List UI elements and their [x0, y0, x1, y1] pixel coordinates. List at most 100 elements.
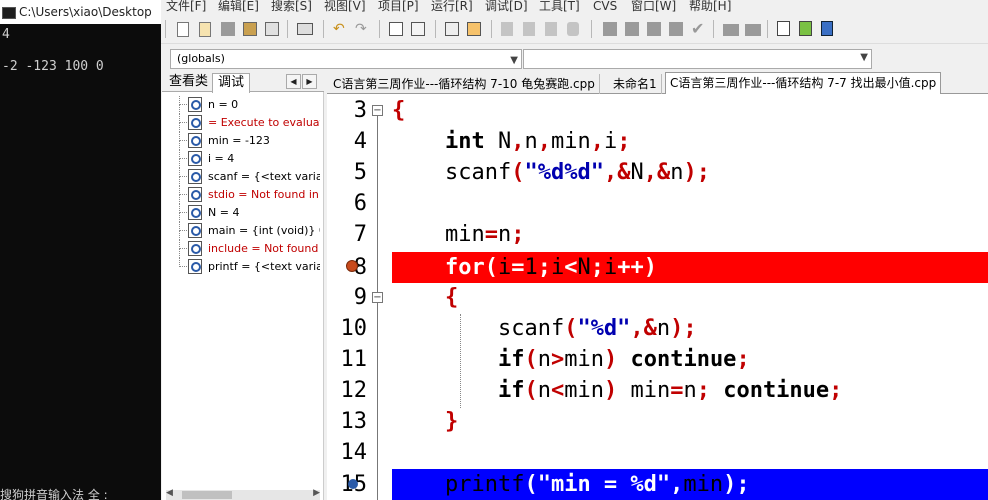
toggle-comment-icon[interactable]	[545, 22, 557, 36]
code-line[interactable]: 14	[327, 437, 988, 468]
line-number: 6	[353, 191, 367, 216]
menu-debug[interactable]: 调试[D]	[485, 0, 528, 13]
scroll-right-icon[interactable]: ▶	[313, 488, 320, 498]
member-select[interactable]: ▼	[523, 49, 872, 69]
compile-icon[interactable]	[603, 22, 617, 36]
undo-icon[interactable]: ↶	[333, 20, 351, 38]
unindent-icon[interactable]	[501, 22, 513, 36]
debug-icon[interactable]	[723, 24, 739, 36]
tab-file-turtle-rabbit[interactable]: C语言第三周作业---循环结构 7-10 龟兔赛跑.cpp	[329, 74, 600, 94]
line-number: 5	[353, 160, 367, 185]
fold-toggle-icon[interactable]: −	[372, 292, 383, 303]
replace-icon[interactable]	[411, 22, 425, 36]
breakpoint-line[interactable]: 8 for(i=1;i<N;i++)	[327, 252, 988, 283]
remove-file-icon[interactable]	[821, 21, 833, 36]
line-number: 3	[353, 98, 367, 123]
tab-file-untitled[interactable]: 未命名1	[609, 74, 662, 94]
check-icon[interactable]: ✔	[691, 20, 709, 38]
save-all-icon[interactable]	[243, 22, 257, 36]
toolbar-separator	[435, 20, 436, 38]
code-line[interactable]: 7 min=n;	[327, 219, 988, 250]
toolbar-separator	[491, 20, 492, 38]
save-icon[interactable]	[221, 22, 235, 36]
menu-file[interactable]: 文件[F]	[166, 0, 206, 13]
rebuild-icon[interactable]	[669, 22, 683, 36]
class-icon[interactable]	[567, 22, 579, 36]
redo-icon[interactable]: ↷	[355, 20, 373, 38]
ime-status: 搜狗拼音输入法 全 :	[0, 488, 108, 500]
watch-item[interactable]: i = 4	[162, 150, 320, 168]
scope-select[interactable]: (globals) ▼	[170, 49, 522, 69]
open-file-icon[interactable]	[199, 22, 211, 37]
menu-tools[interactable]: 工具[T]	[539, 0, 580, 13]
indent-icon[interactable]	[523, 22, 535, 36]
add-file-icon[interactable]	[799, 21, 812, 36]
menu-search[interactable]: 搜索[S]	[271, 0, 312, 13]
menu-view[interactable]: 视图[V]	[324, 0, 366, 13]
menu-cvs[interactable]: CVS	[593, 0, 617, 13]
compile-run-icon[interactable]	[647, 22, 661, 36]
new-project-icon[interactable]	[777, 21, 790, 36]
new-file-icon[interactable]	[177, 22, 189, 37]
chevron-down-icon: ▼	[510, 55, 518, 66]
watch-item[interactable]: min = -123	[162, 132, 320, 150]
scrollbar-thumb[interactable]	[182, 491, 232, 499]
code-line[interactable]: 10 scanf("%d",&n);	[327, 313, 988, 344]
code-line[interactable]: 12 if(n<min) min=n; continue;	[327, 375, 988, 406]
console-output-line: -2 -123 100 0	[2, 59, 104, 74]
panel-horizontal-scrollbar[interactable]: ◀ ▶	[166, 488, 320, 500]
menu-project[interactable]: 项目[P]	[378, 0, 419, 13]
watch-item[interactable]: stdio = Not found in	[162, 186, 320, 204]
tab-scroll-left-icon[interactable]: ◀	[286, 74, 301, 89]
toolbar-separator	[165, 20, 166, 38]
code-line[interactable]: 11 if(n>min) continue;	[327, 344, 988, 375]
code-editor[interactable]: 3 − { 4 int N,n,min,i; 5 scanf("%d%d",&N…	[327, 94, 988, 500]
code-line[interactable]: 5 scanf("%d%d",&N,&n);	[327, 157, 988, 188]
watch-item[interactable]: printf = {<text variab	[162, 258, 320, 276]
code-line[interactable]: 6	[327, 188, 988, 219]
print-icon[interactable]	[297, 23, 313, 35]
menu-help[interactable]: 帮助[H]	[689, 0, 731, 13]
editor-tabs: C语言第三周作业---循环结构 7-10 龟兔赛跑.cpp 未命名1 C语言第三…	[327, 72, 988, 95]
console-title-bar[interactable]: C:\Users\xiao\Desktop	[0, 0, 161, 24]
scroll-left-icon[interactable]: ◀	[166, 488, 173, 498]
code-line[interactable]: 4 int N,n,min,i;	[327, 126, 988, 157]
watch-item[interactable]: scanf = {<text variabl	[162, 168, 320, 186]
fold-toggle-icon[interactable]: −	[372, 105, 383, 116]
menu-edit[interactable]: 编辑[E]	[218, 0, 259, 13]
code-text: if(n<min) min=n; continue;	[497, 378, 843, 403]
close-file-icon[interactable]	[265, 22, 279, 36]
console-window: C:\Users\xiao\Desktop 4 -2 -123 100 0 搜狗…	[0, 0, 161, 500]
menu-run[interactable]: 运行[R]	[431, 0, 473, 13]
watch-text: main = {int (void)} 0x	[208, 224, 320, 237]
watch-item[interactable]: include = Not found	[162, 240, 320, 258]
toolbar-separator	[767, 20, 768, 38]
tab-file-find-min[interactable]: C语言第三周作业---循环结构 7-7 找出最小值.cpp	[665, 72, 942, 95]
execution-pointer-icon	[348, 479, 358, 489]
watch-text: min = -123	[208, 134, 270, 147]
code-text: int N,n,min,i;	[444, 129, 631, 154]
goto-line-icon[interactable]	[445, 22, 459, 36]
current-execution-line[interactable]: 15 printf("min = %d",min);	[327, 469, 988, 500]
tab-classes[interactable]: 查看类	[164, 73, 213, 92]
stop-debug-icon[interactable]	[745, 24, 761, 36]
breakpoint-icon[interactable]	[346, 260, 358, 272]
watch-item[interactable]: n = 0	[162, 96, 320, 114]
code-line[interactable]: 9 − {	[327, 282, 988, 313]
watch-text: stdio = Not found in	[208, 188, 319, 201]
watch-item[interactable]: main = {int (void)} 0x	[162, 222, 320, 240]
watch-icon	[188, 223, 202, 238]
run-icon[interactable]	[625, 22, 639, 36]
watch-item[interactable]: = Execute to evaluat	[162, 114, 320, 132]
find-icon[interactable]	[389, 22, 403, 36]
code-line[interactable]: 13 }	[327, 406, 988, 437]
watch-item[interactable]: N = 4	[162, 204, 320, 222]
code-text: scanf("%d",&n);	[392, 316, 697, 341]
menu-window[interactable]: 窗口[W]	[631, 0, 676, 13]
tab-scroll-right-icon[interactable]: ▶	[302, 74, 317, 89]
tab-debug[interactable]: 调试	[212, 73, 251, 93]
watch-text: n = 0	[208, 98, 239, 111]
code-line[interactable]: 3 − {	[327, 95, 988, 126]
code-text: {	[444, 285, 459, 310]
bookmark-icon[interactable]	[467, 22, 481, 36]
